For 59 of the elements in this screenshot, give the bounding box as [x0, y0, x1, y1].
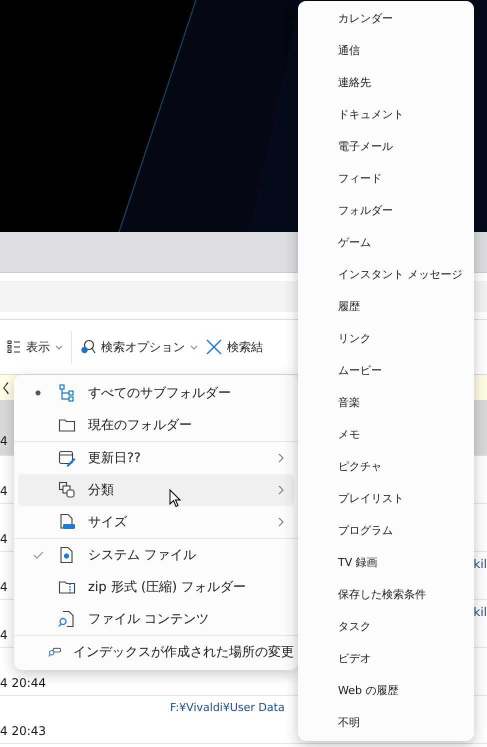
file-search-icon	[58, 610, 76, 628]
menu-item[interactable]: フィード	[298, 162, 474, 194]
menu-item[interactable]: 連絡先	[298, 66, 474, 98]
list-icon	[7, 340, 21, 354]
date-text: 4 20:43	[0, 724, 46, 738]
menu-item[interactable]: リンク	[298, 322, 474, 354]
date-text: 4	[0, 628, 8, 642]
menu-item[interactable]: zip 形式 (圧縮) フォルダー	[18, 571, 294, 603]
chevron-down-icon	[190, 344, 198, 350]
date-text: 4	[0, 532, 8, 546]
menu-item[interactable]: ゲーム	[298, 226, 474, 258]
menu-item[interactable]: ムービー	[298, 354, 474, 386]
menu-item[interactable]: 保存した検索条件	[298, 578, 474, 610]
date-text: 4 20:44	[0, 676, 46, 690]
chevron-right-icon	[278, 485, 284, 495]
menu-item[interactable]: ピクチャ	[298, 450, 474, 482]
menu-item[interactable]: 履歴	[298, 290, 474, 322]
path-text: F:¥Vivaldi¥User Data	[170, 701, 285, 714]
menu-item[interactable]: 不明	[298, 706, 474, 738]
menu-item[interactable]: メモ	[298, 418, 474, 450]
menu-item[interactable]: 音楽	[298, 386, 474, 418]
menu-item[interactable]: ドキュメント	[298, 98, 474, 130]
menu-item[interactable]: プログラム	[298, 514, 474, 546]
search-options-button[interactable]: 検索オプション	[77, 334, 201, 360]
path-text: kil	[473, 604, 487, 619]
menu-item[interactable]: ビデオ	[298, 642, 474, 674]
menu-item[interactable]: 電子メール	[298, 130, 474, 162]
menu-item[interactable]: インスタント メッセージ	[298, 258, 474, 290]
view-button[interactable]: 表示	[4, 334, 66, 360]
info-text: く	[0, 380, 13, 396]
menu-item[interactable]: 現在のフォルダー	[18, 409, 294, 441]
chevron-down-icon	[55, 344, 63, 350]
tree-icon	[58, 384, 76, 402]
menu-item[interactable]: 分類	[18, 474, 294, 506]
calendar-pen-icon	[58, 449, 76, 467]
chevron-right-icon	[278, 517, 284, 527]
menu-item[interactable]: フォルダー	[298, 194, 474, 226]
cursor-icon	[169, 489, 181, 508]
date-text: 4	[0, 580, 8, 594]
file-icon	[58, 513, 76, 531]
menu-item[interactable]: タスク	[298, 610, 474, 642]
shapes-icon	[58, 481, 76, 499]
menu-item[interactable]: すべてのサブフォルダー	[18, 377, 294, 409]
date-text: 4	[0, 484, 8, 498]
chevron-right-icon	[278, 453, 284, 463]
menu-item[interactable]: システム ファイル	[18, 539, 294, 571]
path-text: kil	[473, 556, 487, 571]
menu-item[interactable]: サイズ	[18, 506, 294, 538]
menu-item[interactable]: プレイリスト	[298, 482, 474, 514]
clear-search-button[interactable]: 検索結	[203, 334, 266, 360]
search-gear-icon	[80, 339, 96, 355]
date-text: 4	[0, 434, 8, 448]
menu-item[interactable]: カレンダー	[298, 2, 474, 34]
close-icon	[206, 339, 222, 355]
menu-item[interactable]: 通信	[298, 34, 474, 66]
menu-item[interactable]: 更新日??	[18, 442, 294, 474]
menu-item[interactable]: TV 録画	[298, 546, 474, 578]
menu-item[interactable]: インデックスが作成された場所の変更	[18, 636, 294, 668]
menu-item[interactable]: ファイル コンテンツ	[18, 603, 294, 635]
